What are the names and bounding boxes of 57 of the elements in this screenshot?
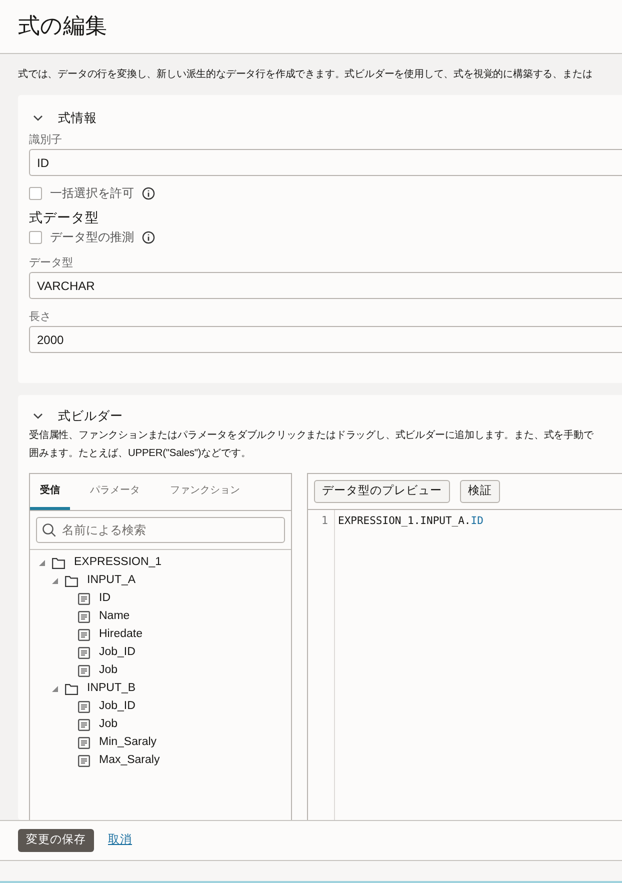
description-text: 囲みます。たとえば、UPPER("Sales")などです。 — [29, 447, 252, 461]
tree-item[interactable]: Job_ID — [99, 698, 136, 716]
document-icon — [78, 611, 90, 623]
tree-item[interactable]: Min_Saraly — [99, 734, 157, 752]
toolbar-button[interactable]: 検証 — [460, 480, 500, 503]
checkbox[interactable] — [29, 186, 42, 200]
tree-item[interactable]: INPUT_A — [87, 572, 136, 590]
datatype-field[interactable]: VARCHAR — [29, 272, 622, 299]
save-button[interactable]: 変更の保存 — [18, 829, 94, 852]
length-field[interactable]: 2000 — [29, 326, 622, 353]
description-text: 受信属性、ファンクションまたはパラメータをダブルクリックまたはドラッグし、式ビルダーに追加します。また、式を手動で — [29, 428, 594, 443]
document-icon — [78, 593, 90, 605]
code-line: EXPRESSION_1.INPUT_A.ID — [338, 514, 484, 529]
document-icon — [78, 665, 90, 677]
tree-item[interactable]: Max_Saraly — [99, 752, 160, 770]
document-icon — [78, 629, 90, 641]
section-title: 式ビルダー — [58, 408, 123, 425]
document-icon — [78, 647, 90, 659]
tree-item[interactable]: Job — [99, 716, 118, 734]
document-icon — [78, 701, 90, 713]
expand-triangle-icon[interactable] — [51, 685, 59, 693]
section-title: 式情報 — [58, 110, 97, 127]
tree-item[interactable]: Name — [99, 608, 130, 626]
info-icon[interactable] — [142, 230, 155, 244]
cancel-link[interactable]: 取消 — [108, 832, 132, 850]
tree-item[interactable]: Job — [99, 662, 118, 680]
field-label: データ型 — [29, 256, 74, 271]
folder-icon — [65, 684, 78, 694]
search-field[interactable]: 名前による検索 — [36, 517, 285, 543]
tree-item[interactable]: Hiredate — [99, 626, 142, 644]
tab[interactable]: 受信 — [30, 474, 70, 510]
intro-text: 式では、データの行を変換し、新しい派生的なデータ行を作成できます。式ビルダーを使用して、式を視覚的に構築する、または — [18, 68, 594, 82]
field-label: 識別子 — [29, 132, 63, 148]
folder-icon — [52, 558, 65, 568]
toolbar-button[interactable]: データ型のプレビュー — [314, 480, 450, 503]
document-icon — [78, 755, 90, 767]
line-number: 1 — [321, 513, 328, 529]
tree-item[interactable]: ID — [99, 590, 110, 608]
search-icon — [42, 523, 56, 537]
tab[interactable]: パラメータ — [80, 474, 150, 510]
tree-item[interactable]: EXPRESSION_1 — [74, 554, 162, 572]
document-icon — [78, 719, 90, 731]
info-icon[interactable] — [142, 186, 155, 200]
tree-item[interactable]: Job_ID — [99, 644, 136, 662]
checkbox[interactable] — [29, 230, 42, 244]
tree-item[interactable]: INPUT_B — [87, 680, 136, 698]
checkbox-label: データ型の推測 — [50, 229, 134, 246]
expand-triangle-icon[interactable] — [51, 577, 59, 585]
subsection-title: 式データ型 — [29, 209, 100, 227]
identifier-field[interactable]: ID — [29, 149, 622, 176]
page-title: 式の編集 — [18, 13, 107, 41]
document-icon — [78, 737, 90, 749]
checkbox-label: 一括選択を許可 — [50, 185, 134, 202]
tab[interactable]: ファンクション — [160, 474, 250, 510]
field-label: 長さ — [29, 310, 52, 325]
expand-triangle-icon[interactable] — [38, 559, 46, 567]
folder-icon — [65, 576, 78, 586]
